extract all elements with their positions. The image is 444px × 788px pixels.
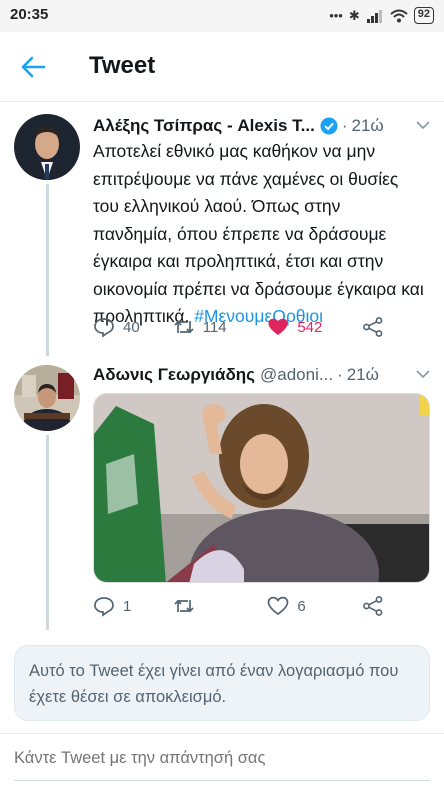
signal-icon xyxy=(366,9,382,23)
like-button[interactable]: 542 xyxy=(267,316,362,338)
bluetooth-icon: ✱ xyxy=(348,7,360,23)
like-count: 542 xyxy=(297,318,323,336)
heart-filled-icon xyxy=(268,318,288,335)
tweet-header: Αδωνις Γεωργιάδης @adoni... · 21ώ xyxy=(93,363,432,387)
chevron-down-icon[interactable] xyxy=(414,367,432,381)
tweet-time[interactable]: 21ώ xyxy=(347,365,379,385)
notice-text: Αυτό το Tweet έχει γίνει από έναν λογαρι… xyxy=(29,662,399,706)
battery-indicator: 92 xyxy=(413,7,434,24)
input-underline xyxy=(14,780,430,781)
retweet-count: 114 xyxy=(202,318,227,336)
reply-count: 1 xyxy=(123,597,132,615)
separator-dot: · xyxy=(341,116,348,135)
tweet-body: Αποτελεί εθνικό μας καθήκον να μην επιτρ… xyxy=(93,138,424,331)
tweet-actions: 1 6 xyxy=(93,594,384,618)
tweet-time[interactable]: 21ώ xyxy=(351,116,383,136)
reply-button[interactable]: 40 xyxy=(93,316,173,338)
tweet-header: Αλέξης Τσίπρας - Alexis T... · 21ώ xyxy=(93,114,432,138)
reply-button[interactable]: 1 xyxy=(93,595,173,617)
author-handle[interactable]: @adoni... xyxy=(260,365,333,385)
reply-input[interactable] xyxy=(14,749,430,768)
reply-icon xyxy=(94,597,114,617)
thread-line xyxy=(46,435,49,630)
status-bar: 20:35 ••• ✱ 92 xyxy=(0,0,444,32)
retweet-button[interactable]: 114 xyxy=(173,316,268,338)
share-button[interactable] xyxy=(362,595,384,617)
back-arrow-icon[interactable] xyxy=(18,52,48,82)
top-app-bar: Tweet xyxy=(0,32,444,102)
avatar[interactable] xyxy=(14,114,80,180)
blocked-account-notice: Αυτό το Tweet έχει γίνει από έναν λογαρι… xyxy=(14,645,430,721)
verified-badge-icon xyxy=(320,117,338,135)
status-icons: ••• ✱ 92 xyxy=(329,7,434,24)
reply-icon xyxy=(94,318,114,338)
more-dots-icon: ••• xyxy=(329,8,343,23)
share-icon xyxy=(363,596,383,616)
page-title: Tweet xyxy=(89,52,156,79)
avatar[interactable] xyxy=(14,365,80,431)
status-time: 20:35 xyxy=(10,6,49,23)
reply-composer xyxy=(0,733,444,788)
share-icon xyxy=(363,317,383,337)
author-name[interactable]: Αδωνις Γεωργιάδης xyxy=(93,365,255,385)
tweet-text: Αποτελεί εθνικό μας καθήκον να μην επιτρ… xyxy=(93,141,424,326)
like-count: 6 xyxy=(297,597,306,615)
share-button[interactable] xyxy=(362,316,384,338)
tweet-actions: 40 114 542 xyxy=(93,315,384,339)
author-name[interactable]: Αλέξης Τσίπρας - Alexis T... xyxy=(93,116,315,136)
retweet-button[interactable] xyxy=(173,595,268,617)
thread-line xyxy=(46,184,49,356)
retweet-icon xyxy=(174,599,194,613)
tweet-tsipras[interactable]: Αλέξης Τσίπρας - Alexis T... · 21ώ Αποτε… xyxy=(0,103,444,356)
separator-dot: · xyxy=(337,365,343,384)
retweet-icon xyxy=(174,320,194,334)
reply-count: 40 xyxy=(123,318,140,336)
tweet-media-image[interactable] xyxy=(93,393,430,583)
wifi-icon xyxy=(390,9,408,22)
chevron-down-icon[interactable] xyxy=(414,118,432,132)
heart-outline-icon xyxy=(267,596,289,616)
like-button[interactable]: 6 xyxy=(267,595,362,617)
